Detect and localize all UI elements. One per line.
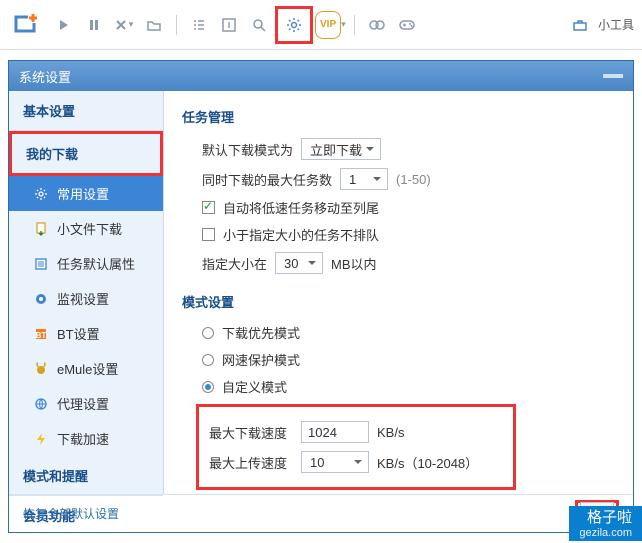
bolt-icon (33, 431, 49, 447)
folder-icon[interactable] (140, 11, 168, 39)
mode-radio-download-priority[interactable] (202, 327, 214, 339)
sidebar-item-label: 小文件下载 (57, 219, 122, 238)
sidebar-item-label: 监视设置 (57, 289, 109, 308)
bt-icon: BT (33, 326, 49, 342)
size-select[interactable]: 30 (275, 252, 323, 274)
size-prefix-label: 指定大小在 (202, 254, 267, 273)
window-title: 系统设置 (19, 67, 71, 86)
sidebar-section-mode[interactable]: 模式和提醒 (9, 456, 163, 496)
sidebar-item-smallfile[interactable]: 小文件下载 (9, 211, 163, 246)
auto-move-label: 自动将低速任务移动至列尾 (223, 198, 379, 217)
sidebar: 基本设置 我的下载 常用设置 小文件下载 任务默认属性 监视设置 BT BT设置 (9, 91, 164, 494)
sidebar-item-common[interactable]: 常用设置 (9, 176, 163, 211)
separator (354, 15, 355, 35)
sidebar-item-monitor[interactable]: 监视设置 (9, 281, 163, 316)
sidebar-item-label: eMule设置 (57, 359, 118, 378)
sidebar-item-proxy[interactable]: 代理设置 (9, 386, 163, 421)
toolbox-icon[interactable] (566, 11, 594, 39)
emule-icon (33, 361, 49, 377)
list-icon[interactable] (185, 11, 213, 39)
max-up-select[interactable]: 10 (301, 451, 369, 473)
gear-small-icon (33, 186, 49, 202)
sidebar-item-label: 常用设置 (57, 184, 109, 203)
app-logo-icon (8, 7, 44, 43)
file-down-icon (33, 221, 49, 237)
svg-text:BT: BT (36, 331, 47, 340)
max-up-label: 最大上传速度 (209, 453, 293, 472)
window-footer: 恢复全部默认设置 确 (9, 494, 633, 532)
delete-icon[interactable]: ▾ (110, 11, 138, 39)
mode-radio-net-protect[interactable] (202, 354, 214, 366)
sidebar-item-label: 代理设置 (57, 394, 109, 413)
watermark-url: gezila.com (579, 527, 632, 539)
no-queue-checkbox[interactable] (202, 228, 215, 241)
sidebar-section-basic[interactable]: 基本设置 (9, 91, 163, 131)
mode-radio-custom[interactable] (202, 381, 214, 393)
titlebar: 系统设置 (9, 61, 633, 91)
window-content: 基本设置 我的下载 常用设置 小文件下载 任务默认属性 监视设置 BT BT设置 (9, 91, 633, 494)
toolbox-label[interactable]: 小工具 (598, 16, 634, 33)
default-mode-label: 默认下载模式为 (202, 140, 293, 159)
mode-opt3-label: 自定义模式 (222, 377, 287, 396)
mode-opt1-label: 下载优先模式 (222, 323, 300, 342)
minimize-icon[interactable] (603, 74, 623, 78)
up-hint-label: KB/s（10-2048） (377, 453, 478, 472)
sidebar-item-speedup[interactable]: 下载加速 (9, 421, 163, 456)
task-section-title: 任务管理 (182, 107, 615, 126)
chevron-down-icon[interactable]: ▾ (341, 19, 346, 30)
settings-main: 任务管理 默认下载模式为 立即下载 同时下载的最大任务数 1 (1-50) 自动… (164, 91, 633, 494)
mode-section-title: 模式设置 (182, 292, 615, 311)
sidebar-item-label: 任务默认属性 (57, 254, 135, 273)
max-down-label: 最大下载速度 (209, 423, 293, 442)
sidebar-item-label: BT设置 (57, 324, 100, 343)
pause-icon[interactable] (80, 11, 108, 39)
sidebar-item-label: 下载加速 (57, 429, 109, 448)
monitor-icon (33, 291, 49, 307)
vip-icon[interactable]: VIP (315, 11, 341, 39)
auto-move-checkbox[interactable] (202, 201, 215, 214)
speed-highlight: 最大下载速度 1024 KB/s 最大上传速度 10 KB/s（10-2048） (196, 404, 516, 490)
max-down-input[interactable]: 1024 (301, 421, 369, 443)
sidebar-section-mydownload[interactable]: 我的下载 (9, 131, 163, 176)
game-icon[interactable] (393, 11, 421, 39)
restore-defaults-link[interactable]: 恢复全部默认设置 (23, 505, 119, 522)
no-queue-label: 小于指定大小的任务不排队 (223, 225, 379, 244)
task-props-icon (33, 256, 49, 272)
sidebar-item-emule[interactable]: eMule设置 (9, 351, 163, 386)
watermark: 格子啦 gezila.com (569, 506, 642, 541)
max-tasks-select[interactable]: 1 (340, 168, 388, 190)
search-icon[interactable] (245, 11, 273, 39)
mode-opt2-label: 网速保护模式 (222, 350, 300, 369)
size-suffix-label: MB以内 (331, 254, 377, 273)
gear-icon[interactable] (280, 11, 308, 39)
settings-highlight (275, 6, 313, 44)
app-toolbar: ▾ VIP ▾ 小工具 (0, 0, 642, 50)
unit-label: KB/s (377, 425, 404, 440)
media-icon[interactable] (363, 11, 391, 39)
play-icon[interactable] (50, 11, 78, 39)
detail-icon[interactable] (215, 11, 243, 39)
sidebar-item-bt[interactable]: BT BT设置 (9, 316, 163, 351)
settings-window: 系统设置 基本设置 我的下载 常用设置 小文件下载 任务默认属性 监视设置 (8, 60, 634, 533)
max-tasks-hint: (1-50) (396, 172, 431, 187)
default-mode-select[interactable]: 立即下载 (301, 138, 381, 160)
max-tasks-label: 同时下载的最大任务数 (202, 170, 332, 189)
separator (176, 15, 177, 35)
sidebar-item-taskdefault[interactable]: 任务默认属性 (9, 246, 163, 281)
watermark-title: 格子啦 (579, 510, 632, 527)
globe-icon (33, 396, 49, 412)
